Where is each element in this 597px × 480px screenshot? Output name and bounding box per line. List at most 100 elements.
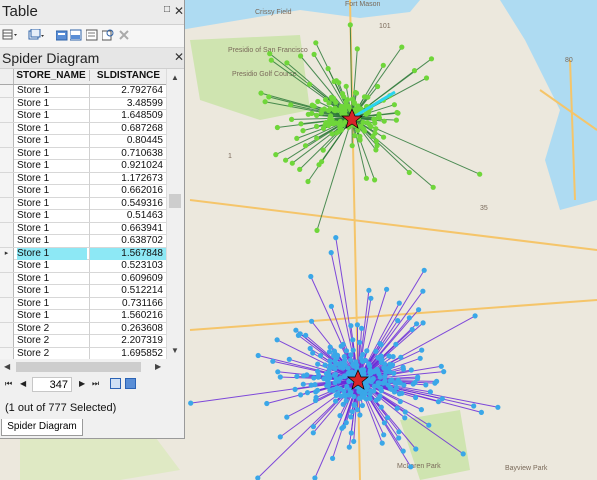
row-selector[interactable] [0,322,14,335]
row-selector[interactable] [0,222,14,235]
column-header-store-name[interactable]: STORE_NAME [14,70,88,81]
previous-record-icon[interactable]: ◀ [20,379,26,388]
sldistance-cell[interactable]: 0.80445 [89,135,166,147]
scroll-right-icon[interactable]: ▶ [155,362,161,371]
row-selector[interactable] [0,285,14,297]
vertical-scrollbar[interactable]: ▲ ▼ [166,69,184,359]
store-name-cell[interactable]: Store 1 [17,198,87,210]
sldistance-cell[interactable]: 0.921024 [89,160,166,172]
horizontal-scrollbar[interactable]: ◀ ▶ [0,359,166,375]
store-name-cell[interactable]: Store 2 [17,323,87,335]
store-name-cell[interactable]: Store 2 [17,348,87,360]
table-row[interactable]: ▸ Store 1 1.567848 [0,247,166,260]
table-row[interactable]: Store 1 1.648509 [0,110,166,123]
sldistance-cell[interactable]: 0.710638 [89,147,166,160]
table-row[interactable]: Store 1 1.172673 [0,172,166,185]
sldistance-cell[interactable]: 0.662016 [89,185,166,197]
sldistance-cell[interactable]: 1.648509 [89,110,166,122]
table-row[interactable]: Store 1 1.560216 [0,310,166,323]
table-row[interactable]: Store 2 0.263608 [0,322,166,335]
row-selector[interactable] [0,147,14,160]
table-row[interactable]: Store 1 0.523103 [0,260,166,273]
row-selector[interactable] [0,122,14,135]
table-row[interactable]: Store 1 0.687268 [0,122,166,135]
sldistance-cell[interactable]: 0.731166 [89,297,166,310]
row-selector[interactable]: ▸ [0,247,14,260]
table-row[interactable]: Store 2 1.695852 [0,347,166,360]
show-all-records-icon[interactable] [110,378,121,389]
sldistance-cell[interactable]: 0.523103 [89,260,166,272]
row-selector[interactable] [0,110,14,122]
row-selector[interactable] [0,185,14,197]
table-row[interactable]: Store 1 0.663941 [0,222,166,235]
horizontal-scroll-thumb[interactable] [16,362,141,372]
row-selector[interactable] [0,335,14,347]
delete-selected-icon[interactable] [118,29,130,41]
store-name-cell[interactable]: Store 1 [17,298,87,310]
sldistance-cell[interactable]: 0.512214 [89,285,166,297]
store-name-cell[interactable]: Store 1 [17,273,87,285]
first-record-icon[interactable]: ⏮ [5,379,12,389]
sldistance-cell[interactable]: 2.792764 [89,85,166,97]
row-selector[interactable] [0,197,14,210]
row-selector[interactable] [0,97,14,110]
window-close-icon[interactable]: ✕ [174,4,184,18]
sldistance-cell[interactable]: 2.207319 [89,335,166,347]
switch-selection-icon[interactable] [70,29,82,41]
row-selector[interactable] [0,172,14,185]
tab-spider-diagram[interactable]: Spider Diagram [1,419,83,436]
table-row[interactable]: Store 1 0.731166 [0,297,166,310]
row-selector[interactable] [0,210,14,222]
sldistance-cell[interactable]: 1.560216 [89,310,166,322]
row-selector[interactable] [0,347,14,359]
table-row[interactable]: Store 1 2.792764 [0,85,166,98]
store-name-cell[interactable]: Store 1 [17,148,87,160]
sldistance-cell[interactable]: 0.609609 [89,272,166,285]
store-name-cell[interactable]: Store 1 [17,247,87,260]
store-name-cell[interactable]: Store 1 [17,85,87,97]
sldistance-cell[interactable]: 1.695852 [89,347,166,359]
table-row[interactable]: Store 2 2.207319 [0,335,166,348]
store-name-cell[interactable]: Store 2 [17,335,87,347]
table-options-icon[interactable] [2,29,17,41]
row-selector[interactable] [0,310,14,322]
store-name-cell[interactable]: Store 1 [17,160,87,172]
sldistance-cell[interactable]: 1.172673 [89,172,166,185]
scroll-down-icon[interactable]: ▼ [171,346,179,355]
show-selected-records-icon[interactable] [125,378,136,389]
zoom-to-selected-icon[interactable] [102,29,114,41]
store-name-cell[interactable]: Store 1 [17,185,87,197]
store-name-cell[interactable]: Store 1 [17,260,87,272]
row-selector[interactable] [0,85,14,97]
sldistance-cell[interactable]: 0.549316 [89,197,166,210]
table-row[interactable]: Store 1 0.549316 [0,197,166,210]
store-name-cell[interactable]: Store 1 [17,223,87,235]
last-record-icon[interactable]: ⏭ [92,379,99,389]
store-name-cell[interactable]: Store 1 [17,135,87,147]
scroll-left-icon[interactable]: ◀ [4,362,10,371]
row-selector[interactable] [0,235,14,247]
window-restore-icon[interactable]: □ [164,5,173,15]
sldistance-cell[interactable]: 0.263608 [89,322,166,335]
table-row[interactable]: Store 1 0.710638 [0,147,166,160]
store-name-cell[interactable]: Store 1 [17,98,87,110]
select-by-attributes-icon[interactable] [56,29,68,41]
sldistance-cell[interactable]: 1.567848 [89,247,166,260]
table-row[interactable]: Store 1 0.51463 [0,210,166,223]
row-selector[interactable] [0,272,14,285]
store-name-cell[interactable]: Store 1 [17,285,87,297]
row-selector[interactable] [0,297,14,310]
table-row[interactable]: Store 1 0.512214 [0,285,166,298]
table-row[interactable]: Store 1 3.48599 [0,97,166,110]
table-row[interactable]: Store 1 0.609609 [0,272,166,285]
column-header-sldistance[interactable]: SLDISTANCE [89,70,166,81]
select-all-header-cell[interactable] [0,69,14,84]
sldistance-cell[interactable]: 0.687268 [89,122,166,135]
store-name-cell[interactable]: Store 1 [17,110,87,122]
tab-close-icon[interactable]: ✕ [174,50,184,64]
table-row[interactable]: Store 1 0.80445 [0,135,166,148]
store-name-cell[interactable]: Store 1 [17,123,87,135]
table-row[interactable]: Store 1 0.638702 [0,235,166,248]
sldistance-cell[interactable]: 0.51463 [89,210,166,222]
row-selector[interactable] [0,160,14,172]
